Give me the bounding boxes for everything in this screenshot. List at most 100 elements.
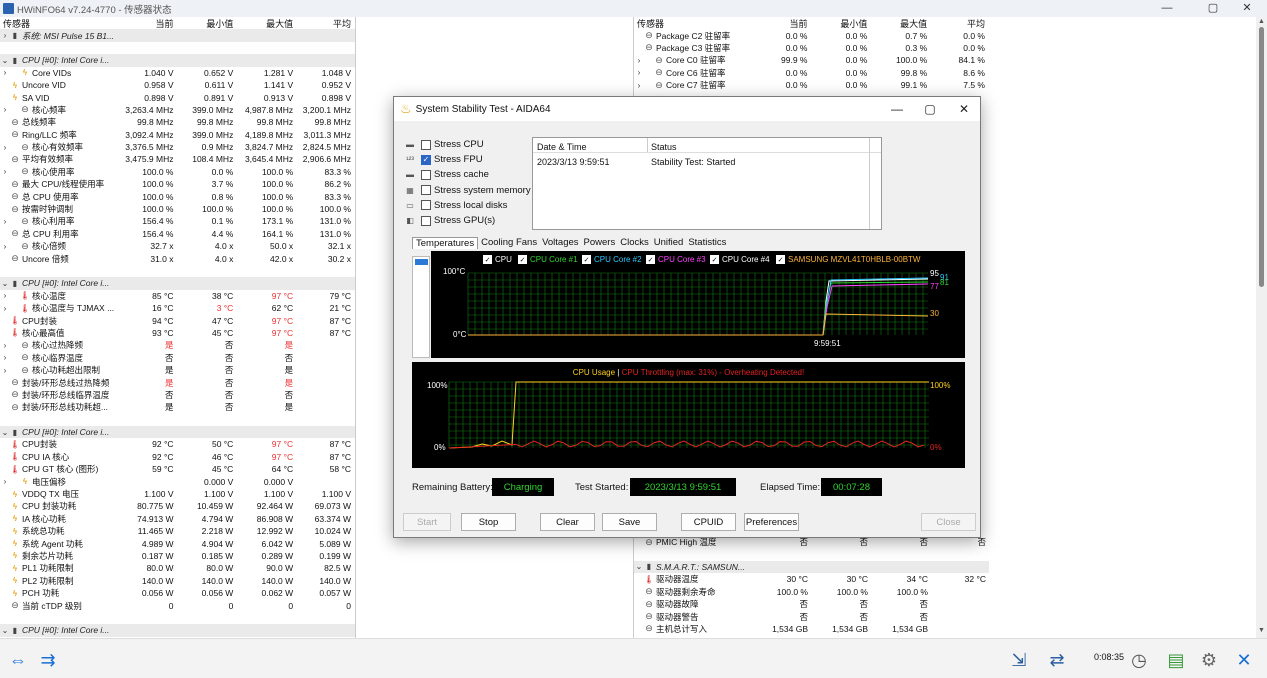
legend-checkbox[interactable]: ✓ bbox=[710, 255, 719, 264]
sensor-row[interactable]: ⊖ 封装/环形总线临界温度 否 否 否 bbox=[0, 389, 355, 401]
sensor-row[interactable]: › ⊖ 核心临界温度 否 否 否 bbox=[0, 352, 355, 364]
expand-toggle-icon[interactable]: › bbox=[0, 353, 10, 362]
stress-checkbox[interactable]: ✓ bbox=[421, 154, 431, 165]
sensor-row[interactable]: ϟ PL1 功耗限制 80.0 W 80.0 W 90.0 W 82.5 W bbox=[0, 562, 355, 574]
collapse-arrows-icon[interactable]: ⇉ bbox=[34, 647, 62, 673]
close-button[interactable]: ✕ bbox=[1227, 0, 1267, 17]
sensor-row[interactable]: › ⊖ 核心利用率 156.4 % 0.1 % 173.1 % 131.0 % bbox=[0, 215, 355, 227]
expand-toggle-icon[interactable]: ⌄ bbox=[634, 562, 644, 571]
sensor-row[interactable] bbox=[0, 414, 355, 426]
column-header[interactable]: 传感器 bbox=[0, 17, 124, 30]
stress-option-1[interactable]: ¹²³ ✓ Stress FPU bbox=[403, 154, 483, 165]
scrollbar-thumb[interactable] bbox=[1259, 27, 1264, 287]
expand-toggle-icon[interactable]: ⌄ bbox=[0, 428, 10, 437]
tab-statistics[interactable]: Statistics bbox=[686, 237, 728, 249]
sensor-row[interactable] bbox=[0, 265, 355, 277]
sensor-group-row[interactable]: › ▮ 系统: MSI Pulse 15 B1... bbox=[0, 29, 355, 42]
tab-powers[interactable]: Powers bbox=[582, 237, 618, 249]
expand-toggle-icon[interactable]: › bbox=[0, 242, 10, 251]
log-file-icon[interactable]: ▤ bbox=[1162, 647, 1190, 673]
graph-selector[interactable] bbox=[412, 256, 430, 358]
sensor-row[interactable]: ϟ PCH 功耗 0.056 W 0.056 W 0.062 W 0.057 W bbox=[0, 587, 355, 599]
sensor-row[interactable]: ϟ 系统总功耗 11.465 W 2.218 W 12.992 W 10.024 W bbox=[0, 525, 355, 537]
sensor-row[interactable]: › ⊖ 核心频率 3,263.4 MHz 399.0 MHz 4,987.8 MHz 3,2… bbox=[0, 104, 355, 116]
sensor-group-row[interactable]: ⌄ ▮ CPU [#0]: Intel Core i... bbox=[0, 425, 355, 439]
column-header[interactable]: 最小值 bbox=[178, 17, 238, 30]
sensor-row[interactable]: ⊖ 驱动器故障 否 否 否 bbox=[634, 598, 989, 610]
expand-toggle-icon[interactable]: › bbox=[0, 477, 10, 486]
stress-option-5[interactable]: ◧ Stress GPU(s) bbox=[403, 215, 495, 226]
scroll-down-icon[interactable]: ▼ bbox=[1258, 627, 1265, 634]
sensor-row[interactable] bbox=[0, 42, 355, 54]
expand-toggle-icon[interactable]: › bbox=[0, 304, 10, 313]
sensor-row[interactable]: › 🌡 核心温度与 TJMAX ... 16 °C 3 °C 62 °C 21 °C bbox=[0, 302, 355, 314]
sensor-row[interactable]: 🌡 CPU封装 94 °C 47 °C 97 °C 87 °C bbox=[0, 314, 355, 326]
temp-legend-item[interactable]: ✓ SAMSUNG MZVL41T0HBLB-00BTW bbox=[776, 255, 920, 264]
close-x-icon[interactable]: ✕ bbox=[1230, 647, 1258, 673]
stress-checkbox[interactable] bbox=[421, 200, 431, 211]
expand-toggle-icon[interactable]: › bbox=[0, 68, 10, 77]
sensor-row[interactable]: ϟ IA 核心功耗 74.913 W 4.794 W 86.908 W 63.374 W bbox=[0, 513, 355, 525]
column-header[interactable]: 最大值 bbox=[871, 17, 931, 30]
sensor-row[interactable] bbox=[0, 612, 355, 624]
sensor-row[interactable]: › ⊖ Core C6 驻留率 0.0 % 0.0 % 99.8 % 8.6 % bbox=[634, 67, 989, 79]
expand-toggle-icon[interactable]: › bbox=[0, 366, 10, 375]
sensor-group-row[interactable]: ⌄ ▮ CPU [#0]: Intel Core i... bbox=[0, 54, 355, 67]
sensor-row[interactable]: 🌡 CPU GT 核心 (图形) 59 °C 45 °C 64 °C 58 °C bbox=[0, 463, 355, 475]
stress-checkbox[interactable] bbox=[421, 185, 431, 196]
tab-temperatures[interactable]: Temperatures bbox=[412, 237, 479, 249]
sensor-row[interactable]: ϟ VDDQ TX 电压 1.100 V 1.100 V 1.100 V 1.100 V bbox=[0, 488, 355, 500]
sensor-group-row[interactable]: ⌄ ▮ S.M.A.R.T.: SAMSUN... bbox=[634, 560, 989, 574]
sensor-row[interactable] bbox=[634, 548, 989, 560]
column-header[interactable]: 最小值 bbox=[812, 17, 872, 30]
temp-legend-item[interactable]: ✓ CPU Core #4 bbox=[710, 255, 770, 264]
column-header[interactable]: 最大值 bbox=[237, 17, 297, 30]
expand-toggle-icon[interactable]: ⌄ bbox=[0, 626, 10, 635]
expand-toggle-icon[interactable]: › bbox=[0, 31, 10, 40]
column-header[interactable]: 当前 bbox=[758, 17, 812, 30]
sensor-row[interactable]: ϟ 剩余芯片功耗 0.187 W 0.185 W 0.289 W 0.199 W bbox=[0, 550, 355, 562]
expand-toggle-icon[interactable]: ⌄ bbox=[0, 279, 10, 288]
sensor-row[interactable]: › ⊖ Core C0 驻留率 99.9 % 0.0 % 100.0 % 84.1 % bbox=[634, 54, 989, 66]
temp-legend-item[interactable]: ✓ CPU Core #1 bbox=[518, 255, 578, 264]
stress-checkbox[interactable] bbox=[421, 215, 431, 226]
stress-option-4[interactable]: ▭ Stress local disks bbox=[403, 200, 507, 211]
sensor-row[interactable]: ⊖ 当前 cTDP 级别 0 0 0 0 bbox=[0, 599, 355, 611]
sensor-row[interactable]: › ⊖ 核心使用率 100.0 % 0.0 % 100.0 % 83.3 % bbox=[0, 166, 355, 178]
column-header[interactable]: 当前 bbox=[124, 17, 178, 30]
sensor-row[interactable]: › ⊖ 核心功耗超出限制 是 否 是 bbox=[0, 364, 355, 376]
expand-toggle-icon[interactable]: › bbox=[0, 105, 10, 114]
sensor-row[interactable]: ϟ CPU 封装功耗 80.775 W 10.459 W 92.464 W 69.073 … bbox=[0, 500, 355, 512]
sensor-row[interactable]: ⊖ Uncore 倍频 31.0 x 4.0 x 42.0 x 30.2 x bbox=[0, 252, 355, 264]
settings-gear-icon[interactable]: ⚙ bbox=[1195, 647, 1223, 673]
cpuid-button[interactable]: CPUID bbox=[681, 513, 736, 531]
sensor-row[interactable]: › ⊖ 核心过热降频 是 否 是 bbox=[0, 339, 355, 351]
sensor-row[interactable]: ⊖ 按需时钟调制 100.0 % 100.0 % 100.0 % 100.0 % bbox=[0, 203, 355, 215]
column-header[interactable]: 平均 bbox=[931, 17, 989, 30]
legend-checkbox[interactable]: ✓ bbox=[518, 255, 527, 264]
stress-checkbox[interactable] bbox=[421, 169, 431, 180]
scroll-left-right-icon[interactable]: ⇔ bbox=[4, 647, 32, 673]
stress-option-3[interactable]: ▦ Stress system memory bbox=[403, 185, 530, 196]
temp-legend-item[interactable]: ✓ CPU bbox=[483, 255, 512, 264]
vertical-scrollbar[interactable]: ▲ ▼ bbox=[1256, 17, 1267, 638]
sensor-row[interactable]: ϟ SA VID 0.898 V 0.891 V 0.913 V 0.898 V bbox=[0, 91, 355, 103]
sensor-row[interactable]: ⊖ 封装/环形总线功耗超... 是 否 是 bbox=[0, 401, 355, 413]
sensor-row[interactable]: › 🌡 核心温度 85 °C 38 °C 97 °C 79 °C bbox=[0, 290, 355, 302]
stress-checkbox[interactable] bbox=[421, 139, 431, 150]
sensor-row[interactable]: ⊖ Package C3 驻留率 0.0 % 0.0 % 0.3 % 0.0 % bbox=[634, 42, 989, 54]
stress-option-2[interactable]: ▬ Stress cache bbox=[403, 169, 489, 180]
minimize-button[interactable]: — bbox=[1147, 0, 1187, 17]
legend-checkbox[interactable]: ✓ bbox=[776, 255, 785, 264]
close-dialog-button[interactable]: Close bbox=[921, 513, 976, 531]
sensor-row[interactable]: ⊖ 封装/环形总线过热降频 是 否 是 bbox=[0, 376, 355, 388]
stop-button[interactable]: Stop bbox=[461, 513, 516, 531]
sensor-row[interactable]: 🌡 驱动器温度 30 °C 30 °C 34 °C 32 °C bbox=[634, 573, 989, 585]
sensor-row[interactable]: ϟ 系统 Agent 功耗 4.989 W 4.904 W 6.042 W 5.089 W bbox=[0, 537, 355, 549]
temp-legend-item[interactable]: ✓ CPU Core #3 bbox=[646, 255, 706, 264]
sensor-row[interactable]: › ⊖ 核心有效频率 3,376.5 MHz 0.9 MHz 3,824.7 MHz 2,8… bbox=[0, 141, 355, 153]
sensor-group-row[interactable]: ⌄ ▮ CPU [#0]: Intel Core i... bbox=[0, 624, 355, 637]
test-log-list[interactable]: Date & Time Status 2023/3/13 9:59:51 Sta… bbox=[532, 137, 882, 230]
temp-legend-item[interactable]: ✓ CPU Core #2 bbox=[582, 255, 642, 264]
expand-toggle-icon[interactable]: › bbox=[634, 68, 644, 77]
